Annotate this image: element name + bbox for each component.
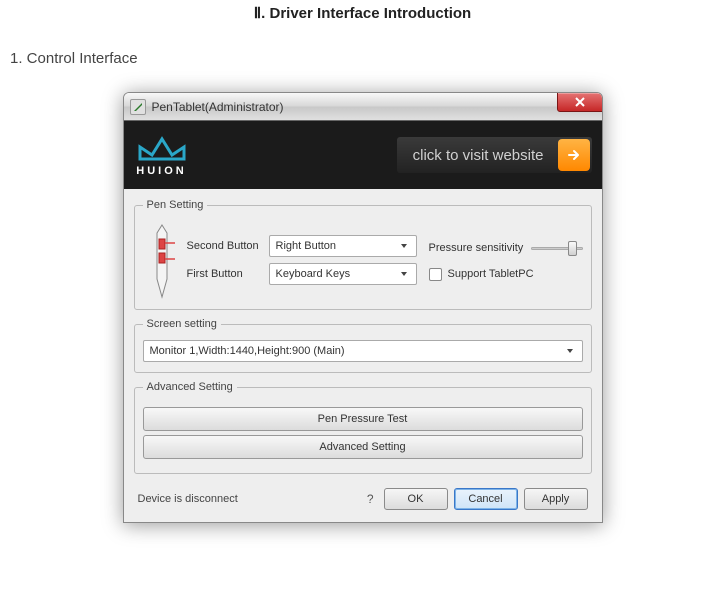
section-heading: 1. Control Interface — [0, 30, 725, 92]
pen-setting-legend: Pen Setting — [143, 199, 208, 211]
app-icon — [130, 99, 146, 115]
chevron-down-icon — [562, 343, 578, 359]
footer: Device is disconnect ? OK Cancel Apply — [134, 482, 592, 512]
monitor-select[interactable]: Monitor 1,Width:1440,Height:900 (Main) — [143, 340, 583, 362]
page-title: Ⅱ. Driver Interface Introduction — [0, 0, 725, 30]
first-button-select[interactable]: Keyboard Keys — [269, 263, 417, 285]
second-button-label: Second Button — [187, 240, 263, 252]
apply-button[interactable]: Apply — [524, 488, 588, 510]
screen-setting-group: Screen setting Monitor 1,Width:1440,Heig… — [134, 318, 592, 373]
first-button-value: Keyboard Keys — [276, 268, 351, 280]
titlebar: PenTablet(Administrator) — [124, 93, 602, 121]
visit-website-label: click to visit website — [413, 147, 544, 164]
advanced-setting-group: Advanced Setting Pen Pressure Test Advan… — [134, 381, 592, 474]
second-button-value: Right Button — [276, 240, 337, 252]
arrow-right-icon — [558, 139, 590, 171]
screen-setting-legend: Screen setting — [143, 318, 221, 330]
support-tabletpc-checkbox[interactable] — [429, 268, 442, 281]
window-title: PenTablet(Administrator) — [152, 100, 284, 114]
app-window: PenTablet(Administrator) HUION click to … — [123, 92, 603, 523]
pen-diagram-icon — [143, 221, 181, 299]
support-tabletpc-label: Support TabletPC — [448, 268, 534, 280]
close-button[interactable] — [557, 92, 603, 112]
monitor-value: Monitor 1,Width:1440,Height:900 (Main) — [150, 345, 345, 357]
device-status: Device is disconnect — [138, 493, 357, 505]
second-button-select[interactable]: Right Button — [269, 235, 417, 257]
help-button[interactable]: ? — [363, 492, 378, 506]
chevron-down-icon — [396, 238, 412, 254]
brand-banner: HUION click to visit website — [124, 121, 602, 189]
crown-icon — [134, 133, 190, 163]
first-button-label: First Button — [187, 268, 263, 280]
brand-name: HUION — [136, 165, 186, 177]
screenshot: PenTablet(Administrator) HUION click to … — [0, 92, 725, 523]
pen-pressure-test-button[interactable]: Pen Pressure Test — [143, 407, 583, 431]
advanced-setting-legend: Advanced Setting — [143, 381, 237, 393]
pressure-sensitivity-slider[interactable] — [531, 240, 582, 256]
advanced-setting-button[interactable]: Advanced Setting — [143, 435, 583, 459]
client-area: HUION click to visit website Pen Setting — [124, 121, 602, 522]
pressure-sensitivity-label: Pressure sensitivity — [429, 242, 524, 254]
visit-website-link[interactable]: click to visit website — [397, 137, 592, 173]
brand-logo: HUION — [134, 133, 190, 177]
chevron-down-icon — [396, 266, 412, 282]
body-area: Pen Setting — [124, 189, 602, 522]
pen-setting-group: Pen Setting — [134, 199, 592, 310]
cancel-button[interactable]: Cancel — [454, 488, 518, 510]
ok-button[interactable]: OK — [384, 488, 448, 510]
